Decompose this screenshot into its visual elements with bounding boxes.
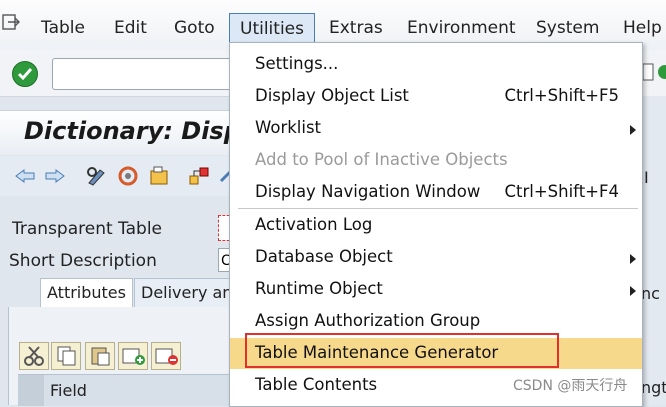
application-toolbar [0,156,240,196]
green-settings-icon[interactable] [656,61,666,83]
activate-icon[interactable] [116,166,140,186]
column-field-header: Field [50,381,87,400]
menu-extras[interactable]: Extras [319,12,393,44]
partial-text-2: nc [641,284,660,303]
menu-item-label: Runtime Object [255,279,383,298]
exit-icon[interactable] [2,14,20,30]
menu-item-label: Display Navigation Window [255,182,481,201]
submenu-arrow-icon [630,254,636,264]
page-icon[interactable] [641,61,655,83]
menu-help[interactable]: Help [613,12,666,44]
menu-item-worklist[interactable]: Worklist [230,113,642,144]
cut-icon[interactable] [19,342,49,370]
menu-item-label: Database Object [255,247,393,266]
menu-item-label: Display Object List [255,86,409,105]
right-partial-area: I nc ngt [640,96,666,405]
menu-item-label: Add to Pool of Inactive Objects [255,150,508,169]
enter-checkmark-icon[interactable] [12,61,38,87]
menu-item-label: Assign Authorization Group [255,311,481,330]
menu-item-settings[interactable]: Settings... [230,49,642,80]
menu-item-add-to-pool: Add to Pool of Inactive Objects [230,145,642,176]
menu-item-display-object-list[interactable]: Display Object List Ctrl+Shift+F5 [230,81,642,112]
menu-item-activation-log[interactable]: Activation Log [230,210,642,241]
partial-text-1: I [644,168,649,187]
insert-row-icon[interactable] [118,342,148,370]
menu-item-database-object[interactable]: Database Object [230,242,642,273]
menu-item-shortcut: Ctrl+Shift+F4 [504,182,619,201]
short-description-label: Short Description [9,251,157,271]
menu-item-shortcut: Ctrl+Shift+F5 [504,86,619,105]
menu-item-label: Table Contents [255,375,378,394]
menu-environment[interactable]: Environment [397,12,526,44]
submenu-arrow-icon [630,286,636,296]
menu-item-label: Settings... [255,54,339,73]
forward-arrow-icon[interactable] [44,168,66,184]
menu-utilities[interactable]: Utilities [229,13,315,45]
back-arrow-icon[interactable] [14,168,36,184]
copy-icon[interactable] [51,342,81,370]
object-list-icon[interactable] [148,166,170,186]
hierarchy-icon[interactable] [188,166,210,186]
menu-separator [238,208,638,209]
table-column-header: Field [18,374,240,406]
menu-system[interactable]: System [526,12,609,44]
annotation-highlight-box [245,333,559,368]
menu-item-label: Activation Log [255,215,373,234]
page-title: Dictionary: Disp [24,117,241,145]
delete-row-icon[interactable] [151,342,181,370]
menu-item-runtime-object[interactable]: Runtime Object [230,274,642,305]
command-field[interactable] [52,58,248,90]
watermark: CSDN @雨天行舟 [513,378,628,394]
display-change-icon[interactable] [86,166,110,186]
transparent-table-label: Transparent Table [12,219,163,239]
partial-text-3: ngt [641,378,666,397]
menu-goto[interactable]: Goto [164,12,225,44]
menu-item-display-navigation-window[interactable]: Display Navigation Window Ctrl+Shift+F4 [230,177,642,208]
menu-table[interactable]: Table [31,12,95,44]
menu-edit[interactable]: Edit [104,12,157,44]
menu-item-label: Worklist [255,118,322,137]
tab-strip: Attributes Delivery an [0,278,240,308]
paste-icon[interactable] [85,342,115,370]
tab-delivery-and-maintenance[interactable]: Delivery an [134,278,240,307]
submenu-arrow-icon [630,125,636,135]
select-all-cell[interactable] [18,375,44,406]
tab-attributes[interactable]: Attributes [40,278,133,307]
screen-title-bar: Dictionary: Disp [0,110,241,155]
